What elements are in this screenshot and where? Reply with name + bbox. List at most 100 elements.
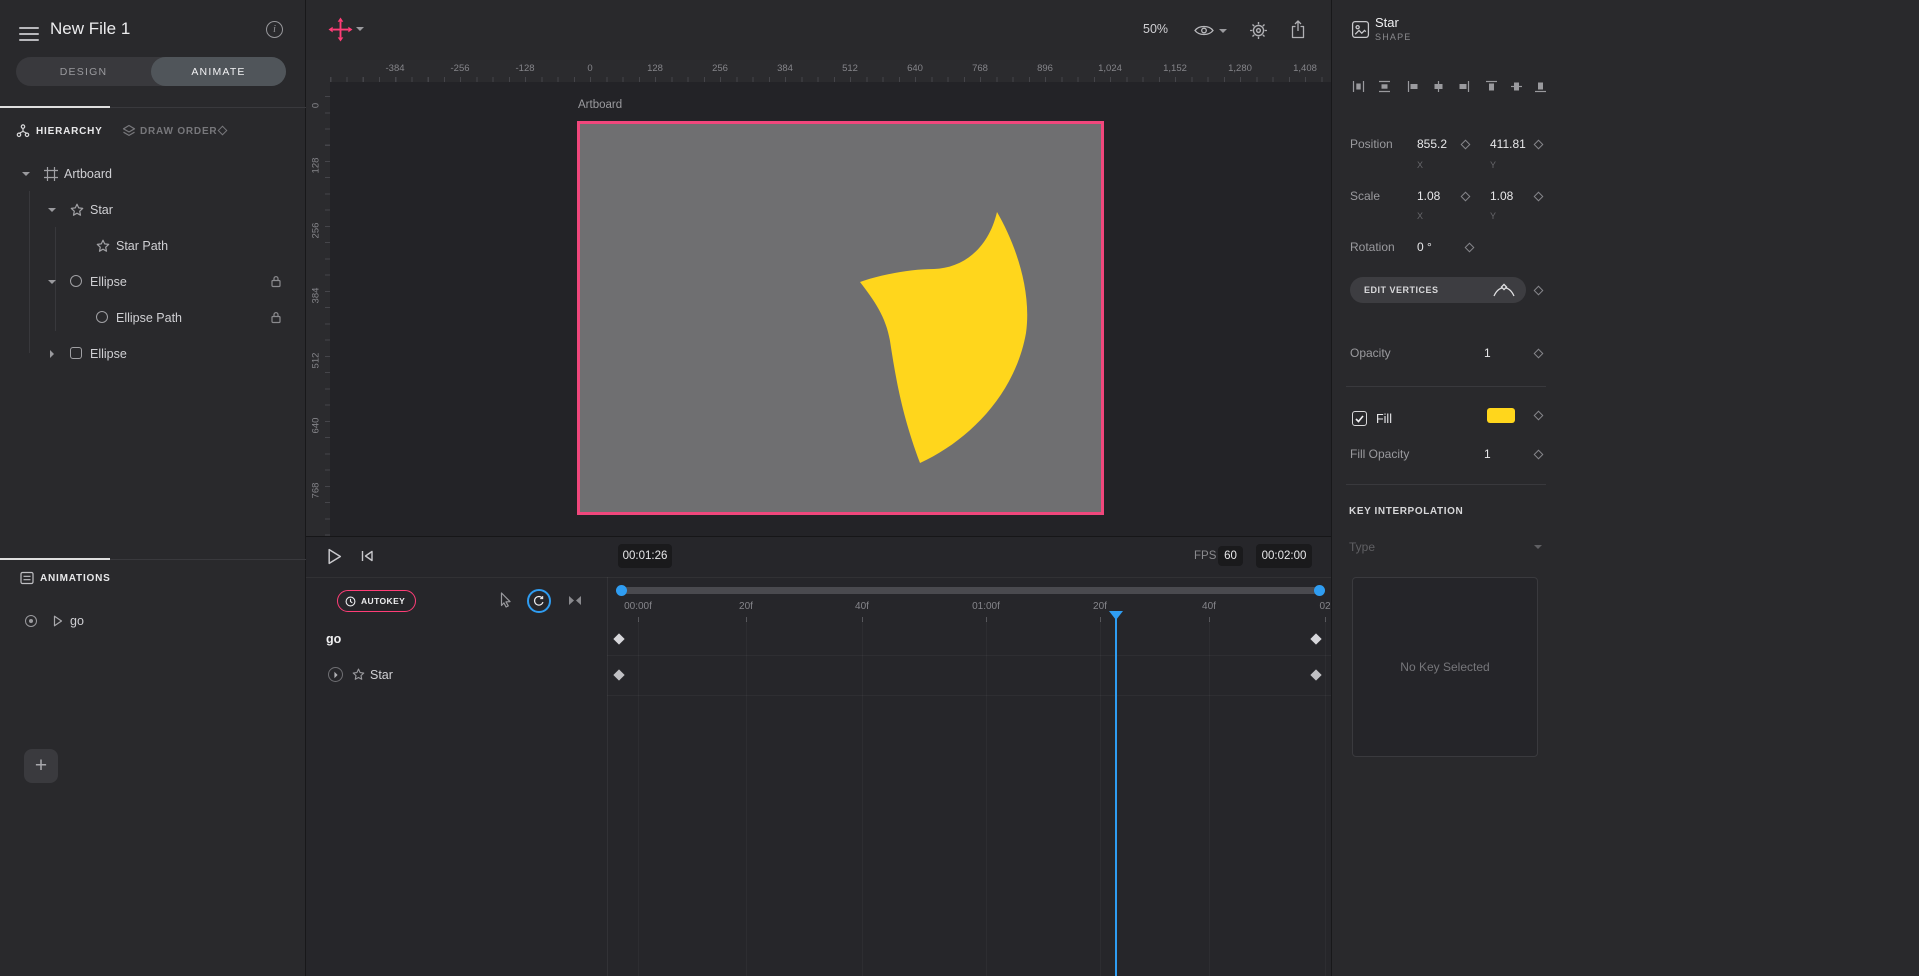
distribute-horizontal-icon[interactable] (1352, 80, 1365, 93)
transform-tool-icon[interactable] (328, 17, 353, 42)
shape-badge-icon (1351, 20, 1370, 39)
settings-gear-icon[interactable] (1249, 21, 1268, 40)
chevron-down-icon[interactable] (48, 280, 56, 284)
add-animation-button[interactable]: + (24, 749, 58, 783)
align-right-icon[interactable] (1457, 80, 1470, 93)
play-button[interactable] (327, 548, 342, 565)
tree-row-artboard[interactable]: Artboard (0, 156, 306, 192)
snap-keys-icon[interactable] (568, 594, 582, 607)
position-x-field[interactable]: 855.2 (1417, 137, 1447, 151)
canvas-area[interactable]: 50% -384 -256 -128 0 128 256 384 (306, 0, 1331, 536)
chevron-right-icon[interactable] (50, 350, 54, 358)
fps-field[interactable]: 60 (1218, 546, 1243, 566)
tab-draw-order[interactable]: DRAW ORDER (140, 126, 217, 137)
opacity-keyframe-icon[interactable] (1534, 349, 1544, 359)
chevron-down-icon[interactable] (48, 208, 56, 212)
tree-item-label: Ellipse (90, 275, 127, 289)
align-bottom-icon[interactable] (1534, 80, 1547, 93)
align-top-icon[interactable] (1485, 80, 1498, 93)
keyframe-diamond[interactable] (613, 669, 624, 680)
visibility-dropdown-icon[interactable] (1219, 29, 1227, 33)
export-share-icon[interactable] (1290, 20, 1306, 39)
tab-hierarchy[interactable]: HIERARCHY (36, 126, 103, 137)
ruler-label: 384 (311, 281, 322, 311)
hamburger-menu-icon[interactable] (19, 23, 39, 45)
fill-keyframe-icon[interactable] (1534, 411, 1544, 421)
interpolation-type-dropdown-icon[interactable] (1534, 545, 1542, 549)
edit-vertices-keyframe-icon[interactable] (1534, 286, 1544, 296)
artboard-title[interactable]: Artboard (578, 99, 622, 111)
timeline-track-label[interactable]: go (326, 632, 341, 646)
playhead-handle[interactable] (1109, 611, 1123, 620)
tree-row-star[interactable]: Star (0, 192, 306, 228)
hierarchy-icon (16, 124, 30, 138)
keyframe-diamond[interactable] (613, 633, 624, 644)
star-icon (352, 668, 365, 681)
position-label: Position (1350, 137, 1393, 151)
align-left-icon[interactable] (1407, 80, 1420, 93)
ruler-label: 1,280 (1228, 63, 1252, 74)
position-x-keyframe-icon[interactable] (1461, 140, 1471, 150)
playhead[interactable] (1115, 613, 1117, 976)
align-center-horizontal-icon[interactable] (1432, 80, 1445, 93)
scale-x-keyframe-icon[interactable] (1461, 192, 1471, 202)
fill-color-swatch[interactable] (1487, 408, 1515, 423)
tree-item-label: Ellipse Path (116, 311, 182, 325)
range-start-handle[interactable] (616, 585, 627, 596)
ruler-label: 1,408 (1293, 63, 1317, 74)
tree-row-ellipse-path[interactable]: Ellipse Path (0, 300, 306, 336)
lock-icon[interactable] (270, 275, 282, 288)
scale-y-field[interactable]: 1.08 (1490, 189, 1513, 203)
timeline-track-label[interactable]: Star (370, 668, 393, 682)
zoom-level[interactable]: 50% (1143, 22, 1168, 36)
ruler-label: 640 (311, 411, 322, 441)
rotation-field[interactable]: 0 ° (1417, 240, 1432, 254)
tree-row-ellipse-2[interactable]: Ellipse (0, 336, 306, 372)
frame-label: 40f (1202, 601, 1216, 612)
info-icon[interactable]: i (266, 21, 283, 38)
align-middle-vertical-icon[interactable] (1510, 80, 1523, 93)
opacity-field[interactable]: 1 (1484, 346, 1491, 360)
select-cursor-icon[interactable] (500, 592, 512, 608)
tool-dropdown-icon[interactable] (356, 27, 364, 31)
chevron-down-icon[interactable] (22, 172, 30, 176)
star-shape[interactable] (850, 205, 1040, 473)
keyframe-diamond[interactable] (1310, 633, 1321, 644)
ruler-label: 0 (311, 91, 322, 121)
tab-design[interactable]: DESIGN (16, 57, 151, 86)
selection-title: Star (1375, 15, 1399, 30)
autokey-toggle[interactable]: AUTOKEY (337, 590, 416, 612)
scale-x-field[interactable]: 1.08 (1417, 189, 1440, 203)
fill-opacity-keyframe-icon[interactable] (1534, 450, 1544, 460)
canvas-viewport[interactable]: Artboard (330, 82, 1331, 536)
fill-checkbox[interactable] (1352, 411, 1367, 426)
skip-to-start-button[interactable] (360, 549, 374, 563)
selection-subtitle: SHAPE (1375, 32, 1412, 42)
position-y-keyframe-icon[interactable] (1534, 140, 1544, 150)
play-animation-icon[interactable] (53, 615, 63, 627)
edit-vertices-button[interactable]: EDIT VERTICES (1350, 277, 1526, 303)
frame-ruler[interactable]: 00:00f 20f 40f 01:00f 20f 40f 02 (611, 601, 1331, 623)
lock-icon[interactable] (270, 311, 282, 324)
ruler-label: 0 (587, 63, 592, 74)
visibility-eye-icon[interactable] (1194, 24, 1214, 37)
tab-animate[interactable]: ANIMATE (151, 57, 286, 86)
animation-item-go[interactable]: go (0, 604, 306, 638)
record-icon[interactable] (25, 615, 37, 627)
keyframe-diamond[interactable] (1310, 669, 1321, 680)
current-time-field[interactable]: 00:01:26 (618, 544, 672, 568)
tree-row-star-path[interactable]: Star Path (0, 228, 306, 264)
rotation-keyframe-icon[interactable] (1465, 243, 1475, 253)
range-end-handle[interactable] (1314, 585, 1325, 596)
duration-field[interactable]: 00:02:00 (1256, 544, 1312, 568)
tree-row-ellipse[interactable]: Ellipse (0, 264, 306, 300)
fill-opacity-field[interactable]: 1 (1484, 447, 1491, 461)
position-y-field[interactable]: 411.81 (1490, 137, 1526, 151)
distribute-vertical-icon[interactable] (1378, 80, 1391, 93)
loop-playback-toggle[interactable] (527, 589, 551, 613)
scale-y-keyframe-icon[interactable] (1534, 192, 1544, 202)
timeline-range-slider[interactable] (620, 587, 1320, 594)
key-interpolation-header: KEY INTERPOLATION (1349, 506, 1463, 517)
ruler-label: 768 (311, 476, 322, 506)
track-expand-chevron[interactable] (328, 667, 343, 682)
